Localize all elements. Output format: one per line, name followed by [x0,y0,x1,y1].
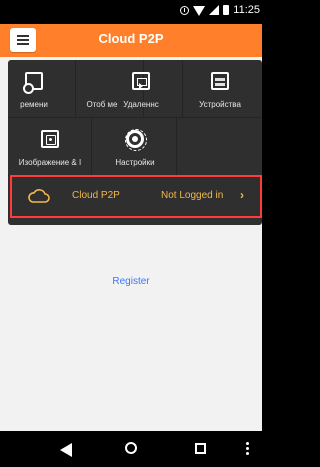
signal-icon [209,5,220,15]
photos-icon [41,130,59,148]
more-options-button[interactable] [236,431,258,467]
app-title: Cloud P2P [98,31,164,46]
recent-apps-button[interactable] [180,431,220,467]
status-time: 11:25 [233,4,260,16]
cloud-p2p-row[interactable]: Cloud P2P Not Logged in › [10,175,262,218]
menu-tile-label: Изображение & I [18,158,82,167]
gear-icon [125,129,147,151]
chevron-right-icon: › [240,188,244,202]
alarm-icon [180,5,190,15]
menu-tile-label: Устройства [199,100,241,109]
menu-tile-images[interactable]: Изображение & I [8,118,92,176]
cloud-status: Not Logged in [161,190,224,201]
cloud-name: Cloud P2P [72,190,120,201]
back-button[interactable] [48,431,88,467]
app-bar: Cloud P2P [0,24,262,57]
menu-tile-label: Удаленнс [123,100,159,109]
cloud-icon [27,189,51,203]
video-icon [132,72,150,90]
register-link[interactable]: Register [0,276,262,287]
storage-icon [211,72,229,90]
menu-tile-remote[interactable]: Удаленнс [99,60,183,118]
menu-tile-devices[interactable]: Устройства [178,60,262,118]
monitor-icon [23,72,43,94]
status-icons: 11:25 [180,4,260,16]
wifi-icon [193,6,206,16]
menu-tile-label: Настройки [115,158,155,167]
battery-icon [223,5,230,15]
status-bar: 11:25 [0,0,262,24]
menu-tile-settings[interactable]: Настройки [93,118,177,176]
home-button[interactable] [112,431,152,467]
navigation-bar [0,431,262,467]
menu-tile-empty [178,118,262,176]
